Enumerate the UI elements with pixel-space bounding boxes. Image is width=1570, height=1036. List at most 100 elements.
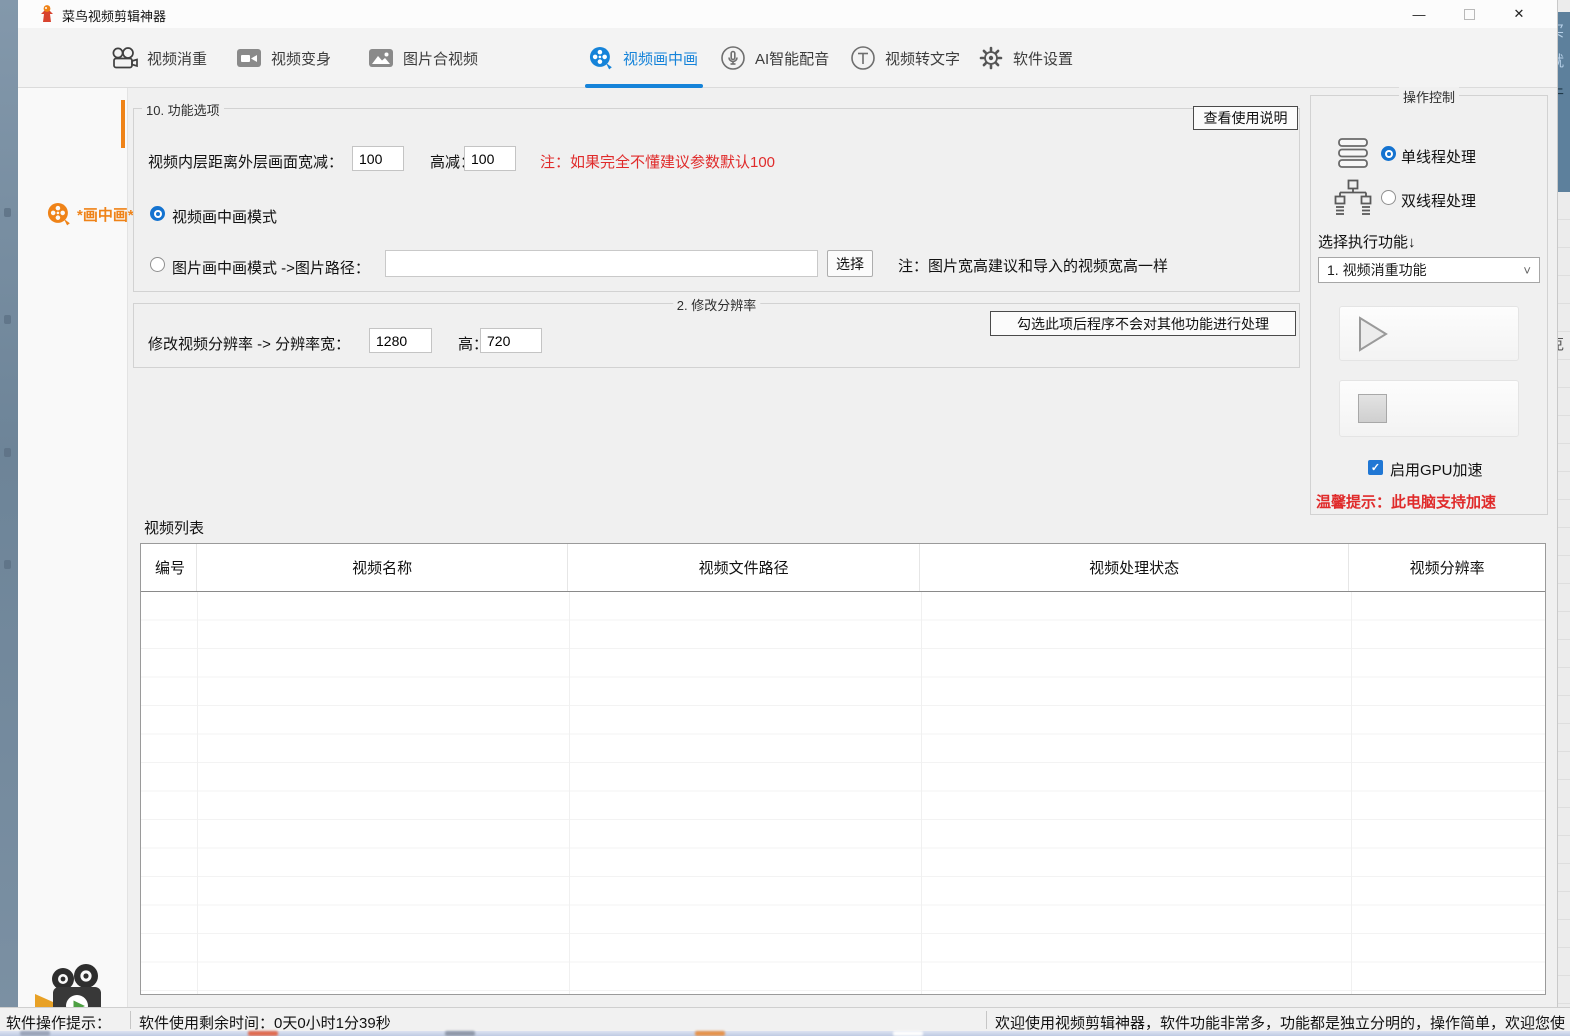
sidebar-item-label: *画中画*	[77, 204, 134, 225]
radio-single-thread[interactable]	[1381, 146, 1396, 161]
tab-video-to-text[interactable]: 视频转文字	[850, 28, 960, 88]
status-divider	[986, 1011, 987, 1029]
gear-icon	[978, 45, 1004, 71]
tab-video-dedupe[interactable]: 视频消重	[110, 28, 207, 88]
table-header-row: 编号 视频名称 视频文件路径 视频处理状态 视频分辨率	[141, 544, 1545, 592]
stop-icon	[1358, 394, 1387, 423]
sidebar: *画中画* 视频剪辑神器	[18, 88, 128, 1007]
inner-width-label: 视频内层距离外层画面宽减：	[148, 151, 343, 172]
screen: 菜鸟视频剪辑神器 — ✕ 视频消重 视频	[0, 0, 1570, 1036]
function-select-value: 1. 视频消重功能	[1327, 260, 1427, 280]
desktop-icon-fragment	[4, 208, 11, 217]
window-title: 菜鸟视频剪辑神器	[62, 6, 166, 25]
desktop-icon-fragment	[4, 560, 11, 569]
film-reel-icon	[46, 201, 72, 227]
tab-label: 图片合视频	[403, 48, 478, 69]
resolution-width-input[interactable]	[369, 328, 432, 353]
status-bar: 软件操作提示： 软件使用剩余时间：0天0小时1分39秒 欢迎使用视频剪辑神器，软…	[0, 1007, 1570, 1031]
title-bar: 菜鸟视频剪辑神器 — ✕	[18, 0, 1557, 28]
radio-video-pip-label: 视频画中画模式	[172, 206, 277, 227]
desktop-icon-fragment	[4, 448, 11, 457]
taskbar-icon-fragment	[248, 1031, 278, 1036]
gpu-checkbox[interactable]: ✓	[1368, 460, 1383, 475]
video-list-table: 编号 视频名称 视频文件路径 视频处理状态 视频分辨率	[140, 543, 1546, 995]
partial-char: 牛	[1557, 82, 1564, 103]
camcorder-icon	[236, 46, 262, 70]
column-header-name[interactable]: 视频名称	[197, 544, 568, 591]
column-divider	[197, 592, 198, 994]
radio-image-pip-mode[interactable]	[150, 257, 165, 272]
tab-image-to-video[interactable]: 图片合视频	[368, 28, 478, 88]
start-button[interactable]	[1339, 306, 1519, 361]
table-body-empty	[141, 592, 1545, 994]
status-left-label: 软件操作提示：	[6, 1012, 111, 1031]
inner-width-input[interactable]	[352, 146, 404, 171]
taskbar-icon-fragment	[445, 1031, 475, 1036]
status-divider	[130, 1011, 131, 1029]
radio-video-pip-mode[interactable]	[150, 206, 165, 221]
dual-thread-icon	[1334, 179, 1372, 216]
column-header-status[interactable]: 视频处理状态	[920, 544, 1349, 591]
text-circle-icon	[850, 45, 876, 71]
tab-video-pip[interactable]: 视频画中画	[588, 28, 698, 88]
group-title: 10. 功能选项	[142, 100, 224, 119]
group-title: 2. 修改分辨率	[673, 295, 760, 314]
tab-bar: 视频消重 视频变身 图片合视频	[18, 28, 1557, 88]
single-thread-icon	[1337, 137, 1370, 170]
select-function-label: 选择执行功能↓	[1318, 231, 1416, 252]
status-time-text: 软件使用剩余时间：0天0小时1分39秒	[139, 1012, 391, 1031]
help-button[interactable]: 查看使用说明	[1193, 106, 1298, 130]
tab-settings[interactable]: 软件设置	[978, 28, 1073, 88]
default-param-note: 注：如果完全不懂建议参数默认100	[540, 151, 775, 172]
app-logo-icon	[38, 4, 56, 24]
film-reel-icon	[588, 45, 614, 71]
function-select[interactable]: 1. 视频消重功能 ˅	[1318, 257, 1540, 283]
gpu-support-note: 温馨提示：此电脑支持加速	[1316, 491, 1496, 512]
stop-button[interactable]	[1339, 380, 1519, 437]
exclusive-mode-button[interactable]: 勾选此项后程序不会对其他功能进行处理	[990, 311, 1296, 336]
chevron-down-icon: ˅	[1523, 263, 1531, 278]
minimize-button[interactable]: —	[1398, 0, 1440, 28]
tab-label: AI智能配音	[755, 48, 829, 69]
close-button[interactable]: ✕	[1498, 0, 1540, 28]
image-size-note: 注：图片宽高建议和导入的视频宽高一样	[898, 255, 1168, 276]
single-thread-label: 单线程处理	[1401, 146, 1476, 167]
tab-label: 视频转文字	[885, 48, 960, 69]
background-window-rows	[1558, 192, 1570, 1007]
column-header-path[interactable]: 视频文件路径	[568, 544, 920, 591]
play-icon	[1358, 316, 1388, 352]
desktop-edge-left	[0, 0, 18, 1007]
image-path-input[interactable]	[385, 250, 818, 277]
group-title: 操作控制	[1399, 87, 1459, 106]
column-header-index[interactable]: 编号	[141, 544, 197, 591]
partial-char: 克	[1557, 333, 1564, 354]
sidebar-item-pip[interactable]: *画中画*	[46, 198, 142, 230]
choose-image-button[interactable]: 选择	[827, 250, 873, 277]
background-window-edge: 买 就 牛 克	[1557, 0, 1570, 1007]
tab-ai-dubbing[interactable]: AI智能配音	[720, 28, 829, 88]
column-divider	[569, 592, 570, 994]
resolution-row-label: 修改视频分辨率 -> 分辨率宽：	[148, 333, 350, 354]
active-item-accent-bar	[121, 100, 125, 148]
tab-label: 视频变身	[271, 48, 331, 69]
status-welcome-text: 欢迎使用视频剪辑神器，软件功能非常多，功能都是独立分明的，操作简单，欢迎您使	[995, 1012, 1565, 1031]
movie-camera-icon	[110, 45, 138, 71]
tab-label: 视频画中画	[623, 48, 698, 69]
taskbar-icon-fragment	[20, 1031, 50, 1036]
taskbar-icon-fragment	[695, 1031, 725, 1036]
column-divider	[1351, 592, 1352, 994]
microphone-icon	[720, 45, 746, 71]
radio-image-pip-label: 图片画中画模式 ->图片路径：	[172, 257, 370, 278]
maximize-button[interactable]	[1448, 0, 1490, 28]
maximize-icon	[1464, 9, 1475, 20]
radio-dual-thread[interactable]	[1381, 190, 1396, 205]
video-list-title: 视频列表	[141, 517, 207, 538]
partial-char: 买	[1557, 20, 1564, 41]
partial-char: 就	[1557, 50, 1564, 71]
gpu-checkbox-label: 启用GPU加速	[1390, 459, 1483, 480]
column-header-resolution[interactable]: 视频分辨率	[1349, 544, 1545, 591]
tab-video-transform[interactable]: 视频变身	[236, 28, 331, 88]
tab-label: 视频消重	[147, 48, 207, 69]
inner-height-input[interactable]	[464, 146, 516, 171]
resolution-height-input[interactable]	[480, 328, 542, 353]
